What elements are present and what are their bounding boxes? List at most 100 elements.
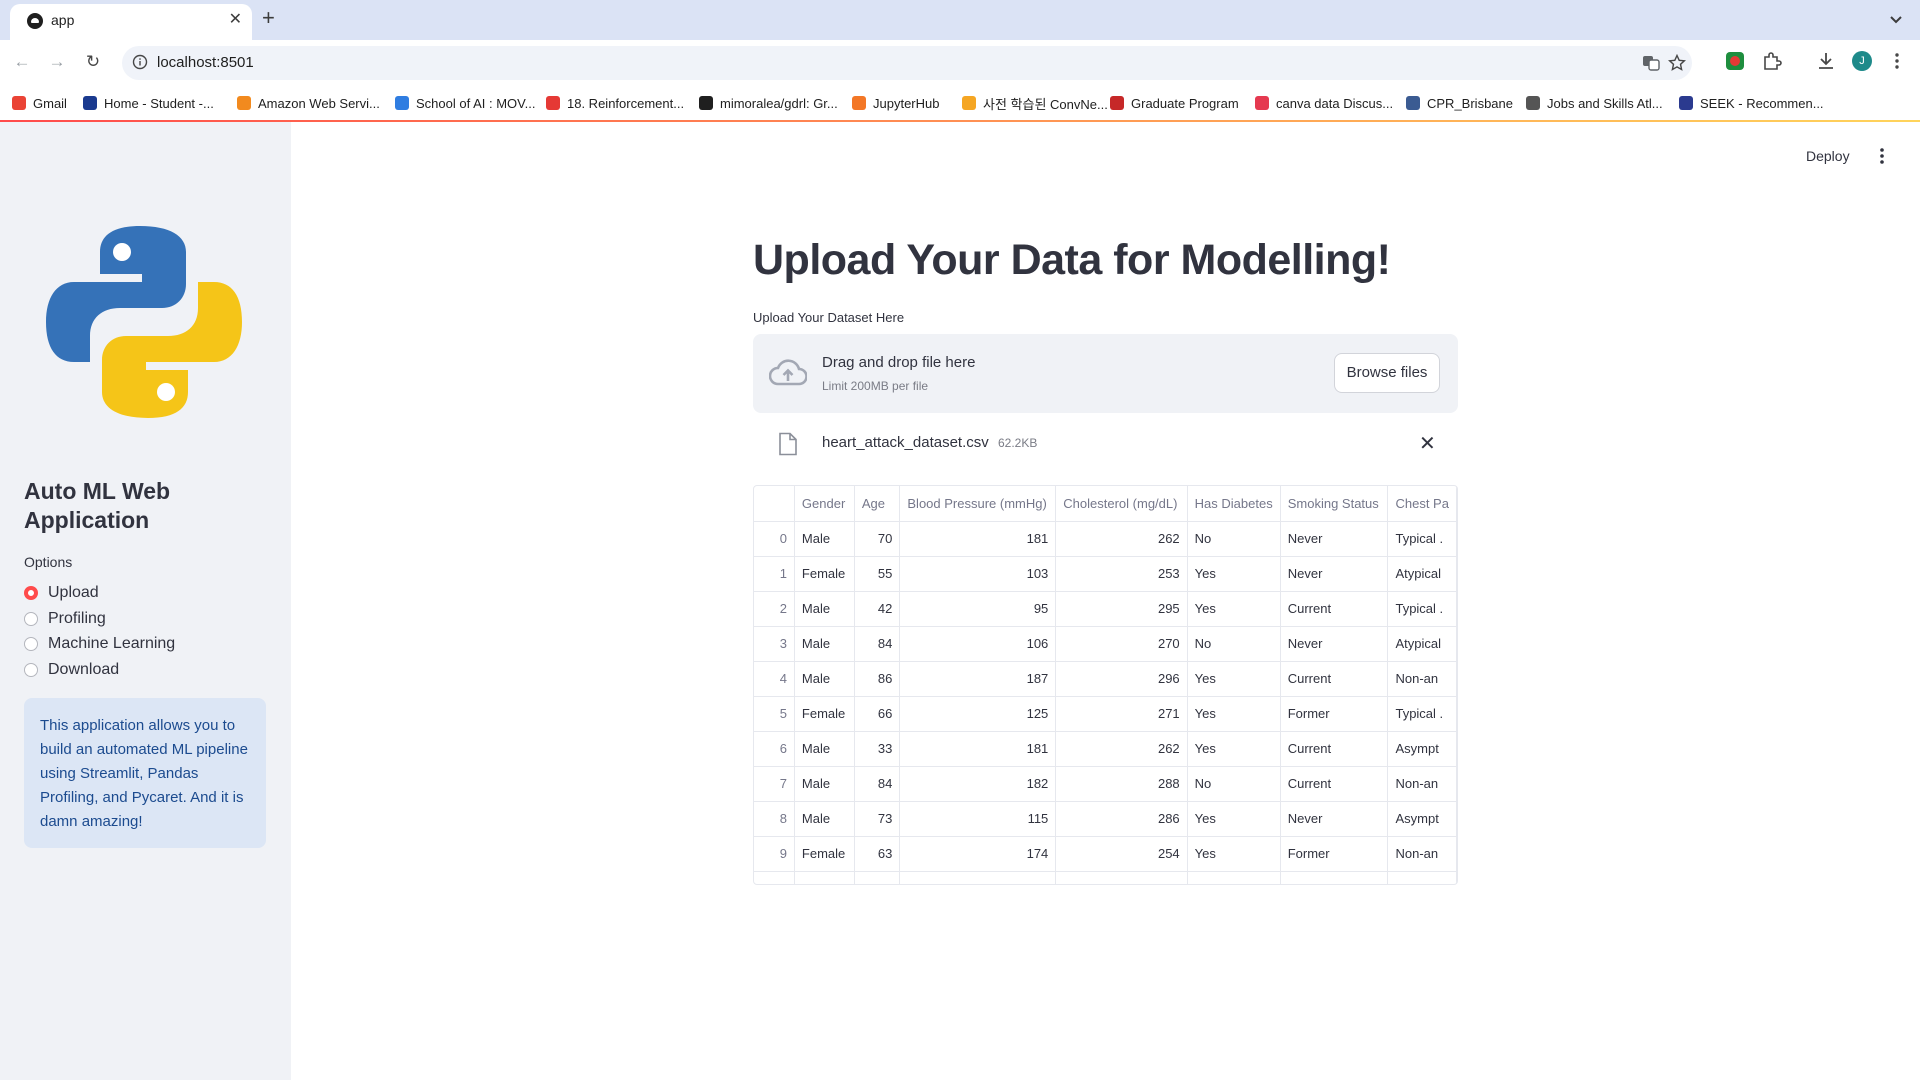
table-cell[interactable]: Male: [794, 591, 855, 627]
bookmark-item[interactable]: 18. Reinforcement...: [546, 93, 684, 113]
file-dropzone[interactable]: Drag and drop file here Limit 200MB per …: [753, 334, 1458, 413]
bookmark-item[interactable]: School of AI : MOV...: [395, 93, 535, 113]
table-cell[interactable]: Male: [794, 731, 855, 767]
table-cell[interactable]: Never: [1280, 801, 1389, 837]
table-cell[interactable]: Yes: [1187, 591, 1281, 627]
column-header[interactable]: Cholesterol (mg/dL): [1055, 486, 1188, 522]
table-cell[interactable]: 295: [1055, 591, 1188, 627]
radio-option-machine-learning[interactable]: Machine Learning: [24, 633, 175, 655]
table-cell[interactable]: Typical .: [1387, 591, 1457, 627]
table-cell[interactable]: 106: [899, 626, 1057, 662]
table-cell[interactable]: 181: [899, 731, 1057, 767]
bookmark-item[interactable]: Graduate Program: [1110, 93, 1239, 113]
table-cell[interactable]: Yes: [1187, 661, 1281, 697]
table-cell[interactable]: No: [1187, 521, 1281, 557]
table-cell[interactable]: 174: [899, 836, 1057, 872]
remove-file-icon[interactable]: ✕: [1419, 432, 1436, 456]
table-cell[interactable]: 288: [1055, 766, 1188, 802]
column-header[interactable]: Has Diabetes: [1187, 486, 1281, 522]
table-cell[interactable]: No: [1187, 766, 1281, 802]
table-cell[interactable]: Yes: [1187, 801, 1281, 837]
table-cell[interactable]: Female: [794, 556, 855, 592]
bookmark-item[interactable]: Home - Student -...: [83, 93, 214, 113]
bookmark-item[interactable]: Amazon Web Servi...: [237, 93, 380, 113]
bookmark-item[interactable]: 사전 학습된 ConvNe...: [962, 93, 1108, 113]
main-menu-icon[interactable]: [1878, 146, 1886, 166]
table-cell[interactable]: Current: [1280, 731, 1389, 767]
table-cell[interactable]: Non-an: [1387, 661, 1457, 697]
table-cell[interactable]: 181: [899, 521, 1057, 557]
table-cell[interactable]: Atypical: [1387, 626, 1457, 662]
bookmark-item[interactable]: Gmail: [12, 93, 67, 113]
table-cell[interactable]: 182: [899, 766, 1057, 802]
bookmark-star-icon[interactable]: [1668, 54, 1686, 72]
column-header[interactable]: Gender: [794, 486, 855, 522]
deploy-button[interactable]: Deploy: [1806, 148, 1850, 164]
table-cell[interactable]: Current: [1280, 766, 1389, 802]
column-header[interactable]: Age: [854, 486, 901, 522]
table-cell[interactable]: Yes: [1187, 556, 1281, 592]
table-cell[interactable]: 63: [854, 836, 901, 872]
column-header[interactable]: [754, 486, 795, 522]
profile-avatar[interactable]: J: [1852, 51, 1872, 71]
translate-icon[interactable]: [1642, 54, 1660, 72]
bookmark-item[interactable]: JupyterHub: [852, 93, 939, 113]
table-cell[interactable]: Current: [1280, 661, 1389, 697]
table-cell[interactable]: Former: [1280, 696, 1389, 732]
table-cell[interactable]: 271: [1055, 696, 1188, 732]
table-cell[interactable]: 9: [754, 836, 795, 872]
table-cell[interactable]: Male: [794, 661, 855, 697]
table-cell[interactable]: 187: [899, 661, 1057, 697]
table-cell[interactable]: Male: [794, 626, 855, 662]
table-cell[interactable]: 86: [854, 661, 901, 697]
extension-record-icon[interactable]: [1724, 50, 1746, 72]
dataframe[interactable]: Gender Age Blood Pressure (mmHg) Cholestero…: [753, 485, 1458, 885]
tab-search-icon[interactable]: [1886, 9, 1906, 29]
extensions-puzzle-icon[interactable]: [1761, 50, 1783, 72]
radio-option-upload[interactable]: Upload: [24, 582, 99, 604]
table-cell[interactable]: Male: [794, 521, 855, 557]
table-cell[interactable]: 42: [854, 591, 901, 627]
radio-option-profiling[interactable]: Profiling: [24, 608, 106, 630]
table-cell[interactable]: Female: [794, 836, 855, 872]
bookmark-item[interactable]: mimoralea/gdrl: Gr...: [699, 93, 838, 113]
table-cell[interactable]: Never: [1280, 556, 1389, 592]
table-cell[interactable]: 55: [854, 556, 901, 592]
table-cell[interactable]: 7: [754, 766, 795, 802]
table-cell[interactable]: Yes: [1187, 696, 1281, 732]
table-cell[interactable]: Never: [1280, 521, 1389, 557]
browse-files-button[interactable]: Browse files: [1334, 353, 1440, 393]
table-cell[interactable]: 2: [754, 591, 795, 627]
table-cell[interactable]: Never: [1280, 626, 1389, 662]
table-cell[interactable]: 125: [899, 696, 1057, 732]
table-cell[interactable]: 8: [754, 801, 795, 837]
table-cell[interactable]: Typical .: [1387, 696, 1457, 732]
column-header[interactable]: Blood Pressure (mmHg): [899, 486, 1057, 522]
table-cell[interactable]: 6: [754, 731, 795, 767]
reload-icon[interactable]: ↻: [81, 50, 105, 74]
column-header[interactable]: Smoking Status: [1280, 486, 1389, 522]
table-cell[interactable]: 33: [854, 731, 901, 767]
table-cell[interactable]: 95: [899, 591, 1057, 627]
table-cell[interactable]: 3: [754, 626, 795, 662]
site-info-icon[interactable]: [132, 54, 148, 70]
table-cell[interactable]: 4: [754, 661, 795, 697]
table-cell[interactable]: 286: [1055, 801, 1188, 837]
table-cell[interactable]: 262: [1055, 521, 1188, 557]
table-cell[interactable]: Asympt: [1387, 731, 1457, 767]
column-header[interactable]: Chest Pa: [1387, 486, 1457, 522]
address-bar[interactable]: localhost:8501: [122, 46, 1692, 80]
table-cell[interactable]: Typical .: [1387, 521, 1457, 557]
table-cell[interactable]: Non-an: [1387, 766, 1457, 802]
table-cell[interactable]: 1: [754, 556, 795, 592]
bookmark-item[interactable]: CPR_Brisbane: [1406, 93, 1513, 113]
bookmark-item[interactable]: SEEK - Recommen...: [1679, 93, 1824, 113]
chrome-menu-icon[interactable]: [1886, 50, 1908, 72]
table-cell[interactable]: 253: [1055, 556, 1188, 592]
new-tab-icon[interactable]: +: [262, 7, 275, 29]
table-cell[interactable]: Non-an: [1387, 836, 1457, 872]
table-cell[interactable]: 103: [899, 556, 1057, 592]
table-cell[interactable]: Female: [794, 696, 855, 732]
table-cell[interactable]: 262: [1055, 731, 1188, 767]
table-cell[interactable]: Former: [1280, 836, 1389, 872]
